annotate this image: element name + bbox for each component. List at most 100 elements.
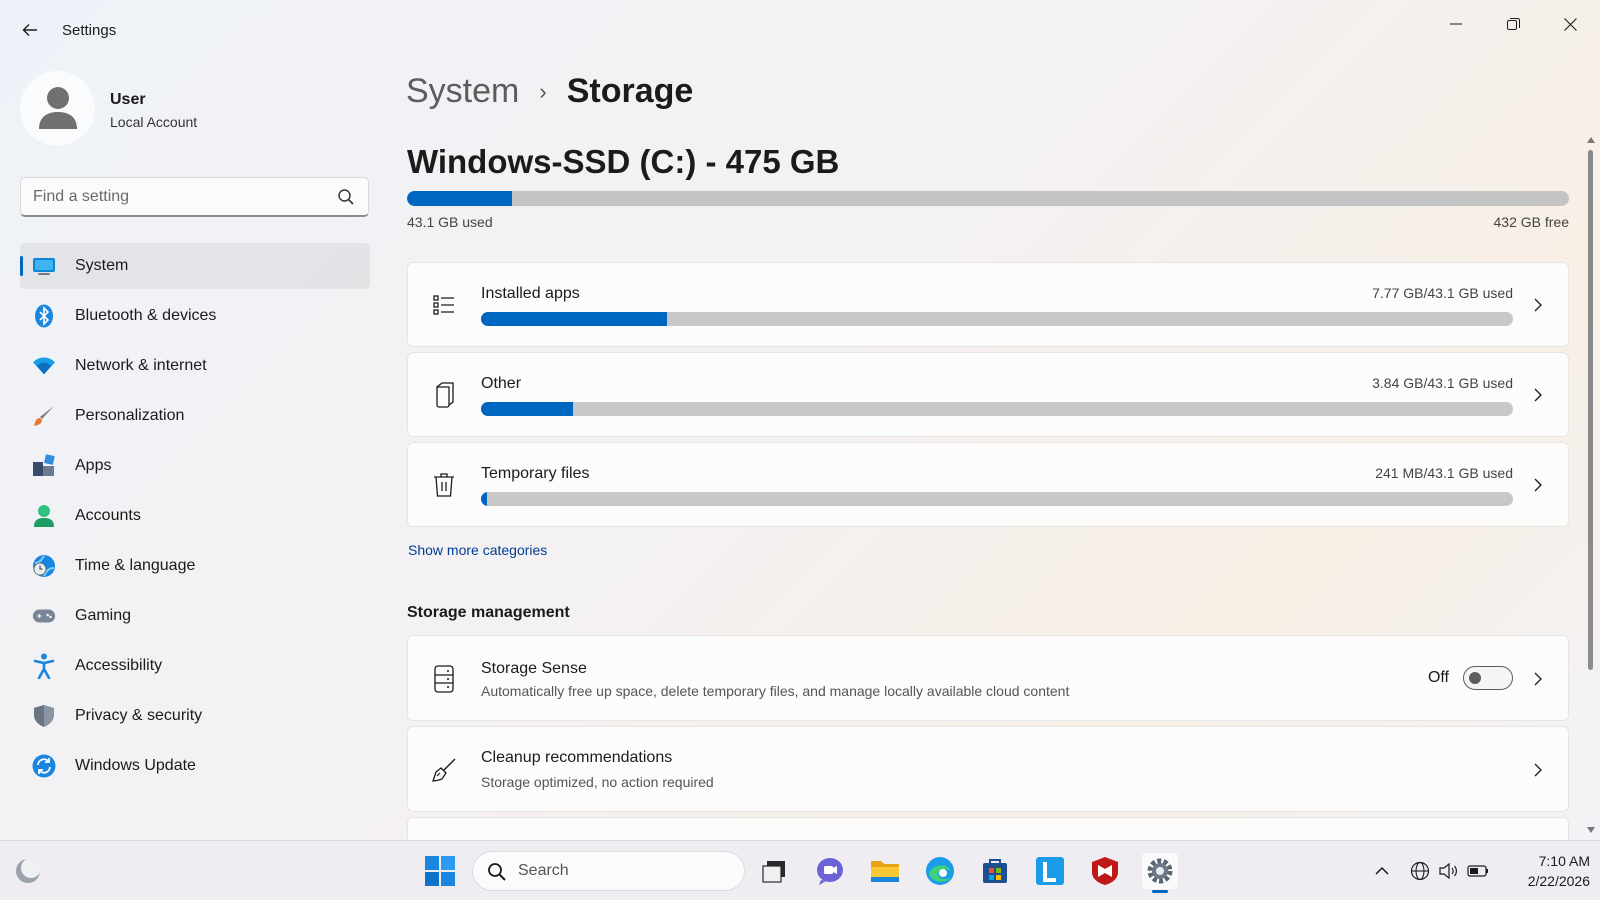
storage-drive-icon — [430, 665, 458, 693]
settings-search[interactable] — [20, 177, 369, 217]
cleanup-title: Cleanup recommendations — [481, 749, 673, 766]
taskbar-app-mcafee[interactable] — [1087, 853, 1123, 889]
system-icon — [32, 254, 56, 278]
drive-usage-bar — [407, 191, 1569, 206]
breadcrumb: System › Storage — [406, 72, 693, 111]
shield-icon — [32, 704, 56, 728]
chevron-right-icon — [1530, 477, 1546, 493]
minimize-icon — [1450, 23, 1462, 25]
chevron-up-icon[interactable] — [1370, 859, 1394, 883]
update-icon — [32, 754, 56, 778]
brush-icon — [32, 404, 56, 428]
category-installed-apps[interactable]: Installed apps 7.77 GB/43.1 GB used — [407, 262, 1569, 347]
clock-time: 7:10 AM — [1538, 853, 1590, 869]
account-type: Local Account — [110, 114, 198, 130]
taskbar-app-store[interactable] — [977, 853, 1013, 889]
category-other[interactable]: Other 3.84 GB/43.1 GB used — [407, 352, 1569, 437]
restore-button[interactable] — [1490, 8, 1536, 40]
taskbar-app-chat[interactable] — [812, 853, 848, 889]
scroll-down-icon[interactable] — [1587, 826, 1595, 834]
taskbar-app-edge[interactable] — [922, 853, 958, 889]
sidebar-item-bluetooth[interactable]: Bluetooth & devices — [20, 293, 370, 339]
sidebar-item-accounts[interactable]: Accounts — [20, 493, 370, 539]
sidebar-item-apps[interactable]: Apps — [20, 443, 370, 489]
taskbar-app-settings[interactable] — [1142, 853, 1178, 893]
drive-used-label: 43.1 GB used — [407, 214, 493, 230]
category-bar — [481, 312, 1513, 326]
title-bar: Settings — [0, 0, 1600, 60]
toggle-state-label: Off — [1427, 669, 1449, 686]
storage-sense-toggle[interactable] — [1463, 666, 1513, 690]
scrollbar[interactable] — [1587, 136, 1595, 836]
search-icon — [488, 863, 506, 881]
task-view-button[interactable] — [756, 853, 792, 889]
sidebar-item-time-language[interactable]: Time & language — [20, 543, 370, 589]
start-button[interactable] — [424, 855, 456, 887]
settings-window: Settings User Local Account System — [0, 0, 1600, 847]
sidebar-item-label: Privacy & security — [75, 707, 203, 724]
volume-icon[interactable] — [1436, 859, 1460, 883]
cleanup-recommendations-card[interactable]: Cleanup recommendations Storage optimize… — [407, 726, 1569, 812]
sidebar-item-label: Time & language — [75, 557, 196, 574]
minimize-button[interactable] — [1433, 8, 1479, 40]
sidebar-item-accessibility[interactable]: Accessibility — [20, 643, 370, 689]
clock[interactable]: 7:10 AM 2/22/2026 — [1505, 851, 1590, 891]
cleanup-description: Storage optimized, no action required — [481, 774, 714, 790]
storage-management-heading: Storage management — [407, 604, 570, 621]
storage-sense-toggle-group: Off — [1428, 666, 1513, 690]
network-globe-icon[interactable] — [1408, 859, 1432, 883]
search-input[interactable] — [33, 186, 323, 208]
broom-icon — [430, 756, 458, 784]
search-icon — [338, 189, 354, 205]
user-profile[interactable]: User Local Account — [20, 71, 360, 147]
sidebar-item-gaming[interactable]: Gaming — [20, 593, 370, 639]
chevron-right-icon — [1530, 387, 1546, 403]
avatar — [20, 71, 95, 146]
battery-icon[interactable] — [1466, 859, 1490, 883]
app-title: Settings — [62, 22, 117, 39]
sidebar-item-label: Apps — [75, 457, 112, 474]
gear-icon — [1147, 858, 1173, 884]
sidebar-item-label: Personalization — [75, 407, 185, 424]
category-bar-fill — [481, 312, 667, 326]
l-app-icon — [1036, 857, 1064, 885]
sidebar-item-network[interactable]: Network & internet — [20, 343, 370, 389]
sidebar-item-label: Gaming — [75, 607, 132, 624]
category-title: Other — [481, 375, 522, 392]
weather-widget-icon[interactable] — [14, 857, 42, 885]
close-button[interactable] — [1547, 8, 1593, 40]
back-button[interactable] — [18, 18, 42, 42]
drive-usage-fill — [407, 191, 512, 206]
taskbar-app-file-explorer[interactable] — [867, 853, 903, 889]
sidebar-item-system[interactable]: System — [20, 243, 370, 289]
sidebar-item-windows-update[interactable]: Windows Update — [20, 743, 370, 789]
taskbar-search[interactable]: Search — [472, 851, 745, 891]
category-bar — [481, 402, 1513, 416]
category-bar — [481, 492, 1513, 506]
sidebar-item-personalization[interactable]: Personalization — [20, 393, 370, 439]
sidebar-item-label: Windows Update — [75, 757, 196, 774]
restore-icon — [1506, 17, 1520, 30]
breadcrumb-parent[interactable]: System — [406, 72, 519, 111]
taskbar: Search 7:10 AM 2/22/2026 — [0, 840, 1600, 900]
trash-icon — [430, 471, 458, 499]
gamepad-icon — [32, 604, 56, 628]
scroll-up-icon[interactable] — [1587, 136, 1595, 144]
folder-icon — [871, 861, 899, 882]
scroll-thumb[interactable] — [1588, 150, 1593, 670]
bluetooth-icon — [32, 304, 56, 328]
category-temporary-files[interactable]: Temporary files 241 MB/43.1 GB used — [407, 442, 1569, 527]
document-icon — [430, 381, 458, 409]
apps-icon — [32, 454, 56, 478]
chat-icon — [817, 858, 843, 885]
taskbar-app-l[interactable] — [1032, 853, 1068, 889]
store-icon — [983, 859, 1007, 883]
user-name: User — [110, 91, 146, 108]
sidebar-item-privacy[interactable]: Privacy & security — [20, 693, 370, 739]
storage-sense-card[interactable]: Storage Sense Automatically free up spac… — [407, 635, 1569, 721]
wifi-icon — [32, 354, 56, 378]
chevron-right-icon — [1530, 762, 1546, 778]
close-icon — [1563, 17, 1577, 31]
show-more-categories-link[interactable]: Show more categories — [408, 542, 547, 558]
taskbar-search-label: Search — [518, 862, 569, 879]
